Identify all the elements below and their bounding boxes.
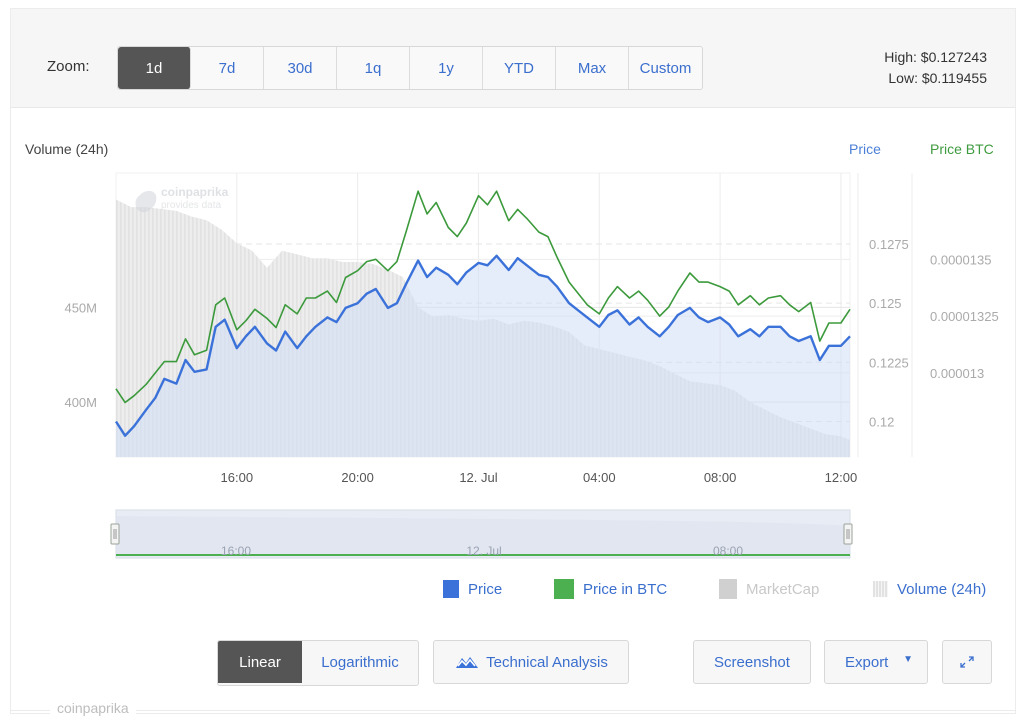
zoom-label: Zoom: <box>47 58 90 75</box>
zoom-range-selector: 1d 7d 30d 1q 1y YTD Max Custom <box>117 46 703 90</box>
fullscreen-button[interactable] <box>942 640 992 684</box>
zoom-button-30d[interactable]: 30d <box>264 47 337 89</box>
zoom-button-1y[interactable]: 1y <box>410 47 483 89</box>
zoom-button-1q[interactable]: 1q <box>337 47 410 89</box>
export-button[interactable]: Export ▼ <box>824 640 928 684</box>
legend-swatch-price-btc <box>554 579 574 599</box>
legend-label-price-btc: Price in BTC <box>583 580 668 598</box>
zoom-button-7d[interactable]: 7d <box>191 47 264 89</box>
cloud-chart-icon <box>456 657 479 668</box>
legend-item-marketcap[interactable]: MarketCap <box>719 578 819 600</box>
zoom-button-max[interactable]: Max <box>556 47 629 89</box>
legend-item-price[interactable]: Price <box>443 578 502 600</box>
scale-toggle: Linear Logarithmic <box>217 640 419 686</box>
legend-label-price: Price <box>468 580 503 598</box>
legend-item-volume[interactable]: Volume (24h) <box>873 578 986 600</box>
footer-divider <box>11 710 1015 711</box>
price-axis-title: Price <box>849 141 881 157</box>
credit-label: coinpaprika <box>50 700 136 716</box>
technical-analysis-label: Technical Analysis <box>486 653 608 671</box>
linear-button[interactable]: Linear <box>218 641 302 683</box>
range-toolbar: Zoom: 1d 7d 30d 1q 1y YTD Max Custom High: $0.1… <box>11 9 1015 108</box>
legend-swatch-price <box>443 580 459 598</box>
legend-swatch-marketcap <box>719 579 737 599</box>
volume-axis-title: Volume (24h) <box>25 141 109 157</box>
technical-analysis-button[interactable]: Technical Analysis <box>433 640 629 684</box>
legend-swatch-volume <box>873 581 888 597</box>
high-low-summary: High: $0.127243 Low: $0.119455 <box>884 47 987 89</box>
legend-label-marketcap: MarketCap <box>746 580 820 598</box>
export-label: Export <box>845 653 889 671</box>
zoom-button-custom[interactable]: Custom <box>629 47 702 89</box>
low-value: Low: $0.119455 <box>888 70 987 86</box>
screenshot-button[interactable]: Screenshot <box>693 640 811 684</box>
chart-widget <box>10 8 1016 714</box>
expand-icon <box>960 656 974 668</box>
legend-label-volume: Volume (24h) <box>897 580 987 598</box>
caret-down-icon: ▼ <box>903 654 913 665</box>
logarithmic-button[interactable]: Logarithmic <box>302 641 418 683</box>
price-btc-axis-title: Price BTC <box>930 141 994 157</box>
high-value: High: $0.127243 <box>884 49 987 65</box>
zoom-button-1d[interactable]: 1d <box>118 47 191 89</box>
legend-item-price-btc[interactable]: Price in BTC <box>554 578 667 600</box>
zoom-button-ytd[interactable]: YTD <box>483 47 556 89</box>
